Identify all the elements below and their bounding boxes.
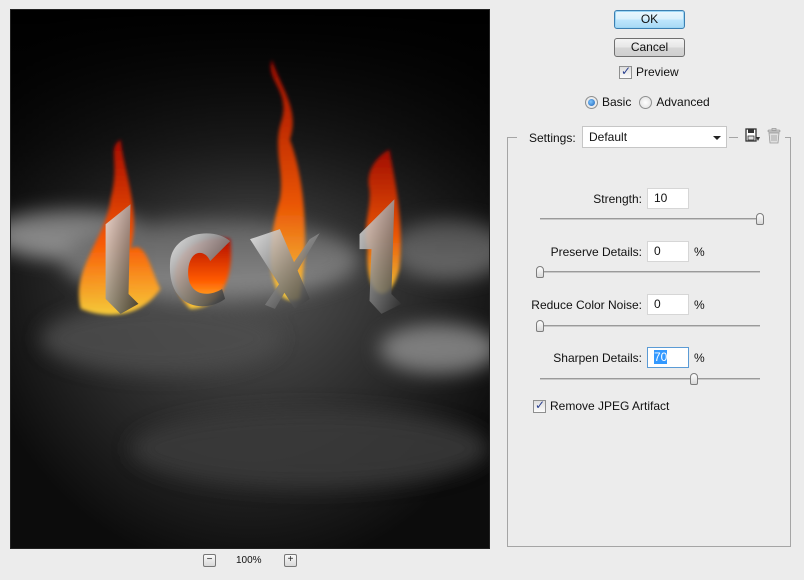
- sharpen-details-slider-thumb[interactable]: [690, 373, 698, 385]
- group-border: [785, 137, 791, 138]
- radio-basic[interactable]: Basic: [585, 95, 631, 109]
- preserve-details-value: 0: [654, 244, 661, 258]
- preserve-details-slider-thumb[interactable]: [536, 266, 544, 278]
- sharpen-details-label: Sharpen Details:: [553, 351, 642, 365]
- reduce-color-noise-input[interactable]: 0: [647, 294, 689, 315]
- strength-slider-thumb[interactable]: [756, 213, 764, 225]
- preserve-details-label: Preserve Details:: [550, 245, 642, 259]
- reduce-color-noise-slider[interactable]: [536, 320, 760, 332]
- radio-unselected-icon[interactable]: [639, 95, 653, 109]
- checkmark-icon: ✓: [621, 63, 632, 78]
- radio-selected-icon[interactable]: [585, 95, 598, 109]
- checkbox-box[interactable]: ✓: [533, 397, 546, 413]
- chevron-down-icon: [713, 136, 721, 140]
- strength-value: 10: [654, 191, 668, 205]
- settings-dropdown[interactable]: Default: [582, 126, 727, 148]
- radio-advanced-label: Advanced: [656, 95, 710, 109]
- remove-jpeg-artifact-label: Remove JPEG Artifact: [550, 399, 670, 413]
- sharpen-details-unit: %: [694, 351, 705, 365]
- zoom-in-button[interactable]: +: [284, 554, 297, 567]
- preview-label: Preview: [636, 65, 679, 79]
- settings-label: Settings:: [529, 131, 576, 145]
- zoom-controls: − 100% +: [200, 552, 310, 572]
- checkbox-box[interactable]: ✓: [619, 63, 632, 79]
- sharpen-details-slider[interactable]: [540, 373, 760, 385]
- remove-jpeg-artifact-checkbox[interactable]: ✓ Remove JPEG Artifact: [533, 397, 670, 413]
- sharpen-details-value: 70: [654, 350, 668, 364]
- delete-settings-icon[interactable]: [767, 128, 781, 144]
- preserve-details-slider[interactable]: [536, 266, 760, 278]
- preserve-details-unit: %: [694, 245, 705, 259]
- radio-basic-label: Basic: [602, 95, 632, 109]
- preview-canvas[interactable]: [10, 9, 490, 549]
- sharpen-details-input[interactable]: 70: [647, 347, 689, 368]
- reduce-color-noise-unit: %: [694, 298, 705, 312]
- reduce-color-noise-label: Reduce Color Noise:: [531, 298, 642, 312]
- reduce-color-noise-slider-thumb[interactable]: [536, 320, 544, 332]
- zoom-out-button[interactable]: −: [203, 554, 216, 567]
- preview-checkbox[interactable]: ✓ Preview: [619, 63, 679, 79]
- reduce-noise-dialog: − 100% + OK Cancel ✓ Preview Basic Advan…: [0, 0, 804, 580]
- strength-input[interactable]: 10: [647, 188, 689, 209]
- group-border: [507, 137, 517, 138]
- preview-image: [11, 10, 489, 548]
- strength-label: Strength:: [593, 192, 642, 206]
- checkmark-icon: ✓: [535, 397, 546, 412]
- save-settings-icon[interactable]: [745, 128, 761, 144]
- reduce-color-noise-value: 0: [654, 297, 661, 311]
- ok-button[interactable]: OK: [614, 10, 685, 29]
- mode-radio-group: Basic Advanced: [585, 95, 718, 109]
- strength-slider[interactable]: [540, 213, 764, 225]
- group-border: [729, 137, 738, 138]
- zoom-level: 100%: [236, 555, 262, 566]
- preserve-details-input[interactable]: 0: [647, 241, 689, 262]
- radio-advanced[interactable]: Advanced: [639, 95, 710, 109]
- cancel-button[interactable]: Cancel: [614, 38, 685, 57]
- settings-value: Default: [589, 130, 628, 144]
